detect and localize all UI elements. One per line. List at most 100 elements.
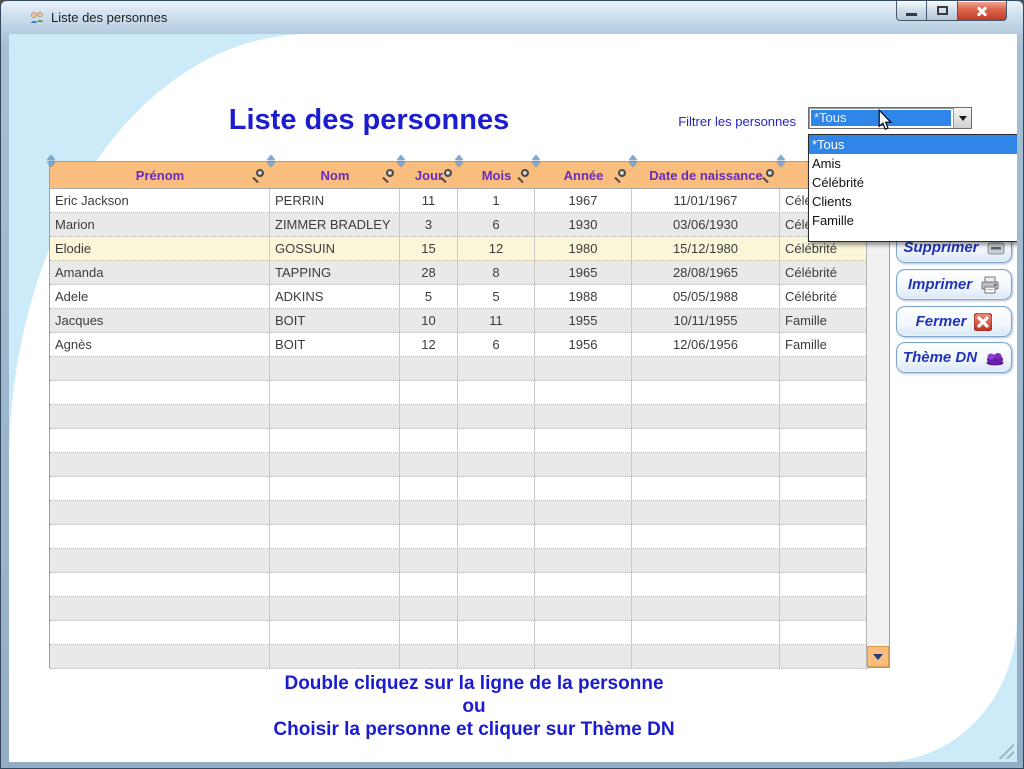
column-header-mois[interactable]: Mois: [458, 162, 535, 188]
close-button[interactable]: [957, 1, 1007, 21]
column-header-annee[interactable]: Année: [535, 162, 632, 188]
dropdown-option-amis[interactable]: Amis: [809, 154, 1017, 173]
cell-annee: 1956: [535, 333, 632, 356]
cell-mois: 6: [458, 333, 535, 356]
table-row-empty: [50, 549, 868, 573]
cell-jour: 10: [400, 309, 458, 332]
scroll-down-button[interactable]: [867, 646, 889, 667]
cell-date: 03/06/1930: [632, 213, 780, 236]
sort-arrows-icon[interactable]: [47, 155, 56, 167]
table-row[interactable]: Jacques BOIT 10 11 1955 10/11/1955 Famil…: [50, 309, 868, 333]
cell-date: 11/01/1967: [632, 189, 780, 212]
dropdown-option-celebrite[interactable]: Célébrité: [809, 173, 1017, 192]
cell-nom: TAPPING: [270, 261, 400, 284]
titlebar[interactable]: Liste des personnes: [1, 1, 1023, 34]
cell-jour: 15: [400, 237, 458, 260]
red-x-icon: [974, 313, 992, 331]
table-row-empty: [50, 501, 868, 525]
filter-label: Filtrer les personnes: [666, 114, 796, 129]
table-row[interactable]: Eric Jackson PERRIN 11 1 1967 11/01/1967…: [50, 189, 868, 213]
fermer-button[interactable]: Fermer: [896, 306, 1012, 337]
resize-grip-icon[interactable]: [997, 742, 1014, 759]
chevron-down-icon[interactable]: [953, 108, 971, 128]
table-row-empty: [50, 621, 868, 645]
search-icon[interactable]: [618, 169, 626, 177]
search-icon[interactable]: [386, 169, 394, 177]
dropdown-option-famille[interactable]: Famille: [809, 211, 1017, 230]
table-row-selected[interactable]: Elodie GOSSUIN 15 12 1980 15/12/1980 Cél…: [50, 237, 868, 261]
cell-jour: 5: [400, 285, 458, 308]
dropdown-option-tous[interactable]: *Tous: [809, 135, 1017, 154]
column-header-prenom[interactable]: Prénom: [50, 162, 270, 188]
search-icon[interactable]: [256, 169, 264, 177]
vertical-scrollbar[interactable]: [866, 189, 889, 667]
column-header-nom[interactable]: Nom: [270, 162, 400, 188]
sort-arrows-icon[interactable]: [397, 155, 406, 167]
sort-arrows-icon[interactable]: [455, 155, 464, 167]
search-icon[interactable]: [766, 169, 774, 177]
column-header-date-naissance[interactable]: Date de naissance: [632, 162, 780, 188]
sort-arrows-icon[interactable]: [629, 155, 638, 167]
cell-date: 15/12/1980: [632, 237, 780, 260]
close-icon: [975, 4, 989, 18]
column-label: Prénom: [136, 168, 184, 183]
sort-arrows-icon[interactable]: [532, 155, 541, 167]
instruction-line: ou: [69, 695, 879, 718]
table-header-row: Prénom Nom Jour Mois Année Date de naiss…: [50, 162, 889, 189]
cell-prenom: Jacques: [50, 309, 270, 332]
sort-arrows-icon[interactable]: [267, 155, 276, 167]
cell-date: 10/11/1955: [632, 309, 780, 332]
column-header-jour[interactable]: Jour: [400, 162, 458, 188]
table-row[interactable]: Adele ADKINS 5 5 1988 05/05/1988 Célébri…: [50, 285, 868, 309]
cell-nom: ADKINS: [270, 285, 400, 308]
cell-jour: 3: [400, 213, 458, 236]
cell-annee: 1967: [535, 189, 632, 212]
window-content: Liste des personnes Filtrer les personne…: [9, 34, 1017, 762]
table-row-empty: [50, 453, 868, 477]
table-body: Eric Jackson PERRIN 11 1 1967 11/01/1967…: [50, 189, 868, 667]
cell-theme: Célébrité: [780, 261, 868, 284]
cell-mois: 8: [458, 261, 535, 284]
theme-dn-button[interactable]: Thème DN: [896, 342, 1012, 373]
cell-annee: 1980: [535, 237, 632, 260]
cell-jour: 12: [400, 333, 458, 356]
cell-mois: 12: [458, 237, 535, 260]
column-label: Nom: [321, 168, 350, 183]
minimize-button[interactable]: [896, 1, 927, 21]
cell-nom: ZIMMER BRADLEY: [270, 213, 400, 236]
table-row-empty: [50, 597, 868, 621]
cell-mois: 11: [458, 309, 535, 332]
table-row-empty: [50, 357, 868, 381]
cell-prenom: Agnès: [50, 333, 270, 356]
search-icon[interactable]: [444, 169, 452, 177]
cell-nom: BOIT: [270, 309, 400, 332]
cell-theme: Famille: [780, 309, 868, 332]
column-label: Mois: [482, 168, 512, 183]
column-label: Année: [564, 168, 604, 183]
table-row[interactable]: Agnès BOIT 12 6 1956 12/06/1956 Famille: [50, 333, 868, 357]
maximize-button[interactable]: [927, 1, 957, 21]
table-row-empty: [50, 573, 868, 597]
cell-jour: 11: [400, 189, 458, 212]
cell-prenom: Eric Jackson: [50, 189, 270, 212]
table-row-empty: [50, 429, 868, 453]
cell-theme: Célébrité: [780, 285, 868, 308]
cell-mois: 1: [458, 189, 535, 212]
persons-table: Prénom Nom Jour Mois Année Date de naiss…: [49, 161, 890, 668]
cell-prenom: Elodie: [50, 237, 270, 260]
dropdown-option-clients[interactable]: Clients: [809, 192, 1017, 211]
imprimer-button[interactable]: Imprimer: [896, 269, 1012, 300]
filter-dropdown-list: *Tous Amis Célébrité Clients Famille: [808, 134, 1017, 242]
table-row-empty: [50, 405, 868, 429]
sort-arrows-icon[interactable]: [777, 155, 786, 167]
purple-hat-icon: [985, 350, 1005, 366]
cell-date: 05/05/1988: [632, 285, 780, 308]
table-row-empty: [50, 381, 868, 405]
table-row[interactable]: Marion ZIMMER BRADLEY 3 6 1930 03/06/193…: [50, 213, 868, 237]
column-label: Date de naissance: [649, 168, 762, 183]
instructions-text: Double cliquez sur la ligne de la person…: [69, 672, 879, 741]
cell-mois: 6: [458, 213, 535, 236]
table-row[interactable]: Amanda TAPPING 28 8 1965 28/08/1965 Célé…: [50, 261, 868, 285]
search-icon[interactable]: [521, 169, 529, 177]
cell-prenom: Marion: [50, 213, 270, 236]
